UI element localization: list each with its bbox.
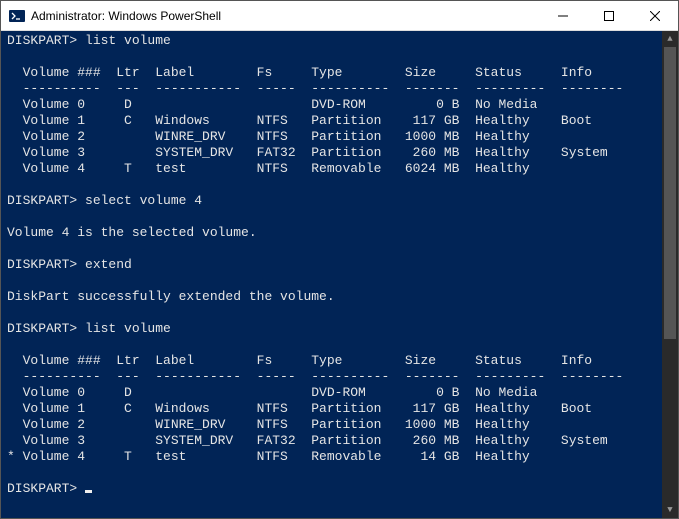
minimize-button[interactable] [540, 1, 586, 30]
scrollbar[interactable]: ▲ ▼ [662, 31, 678, 518]
window-title: Administrator: Windows PowerShell [31, 9, 540, 23]
maximize-button[interactable] [586, 1, 632, 30]
terminal-area[interactable]: DISKPART> list volume Volume ### Ltr Lab… [1, 31, 678, 518]
cursor [85, 490, 92, 493]
scroll-up-icon[interactable]: ▲ [662, 31, 678, 47]
terminal-output: DISKPART> list volume Volume ### Ltr Lab… [7, 33, 672, 497]
scrollbar-thumb[interactable] [664, 47, 676, 339]
scroll-down-icon[interactable]: ▼ [662, 502, 678, 518]
powershell-icon [9, 8, 25, 24]
window-controls [540, 1, 678, 30]
titlebar: Administrator: Windows PowerShell [1, 1, 678, 31]
close-button[interactable] [632, 1, 678, 30]
